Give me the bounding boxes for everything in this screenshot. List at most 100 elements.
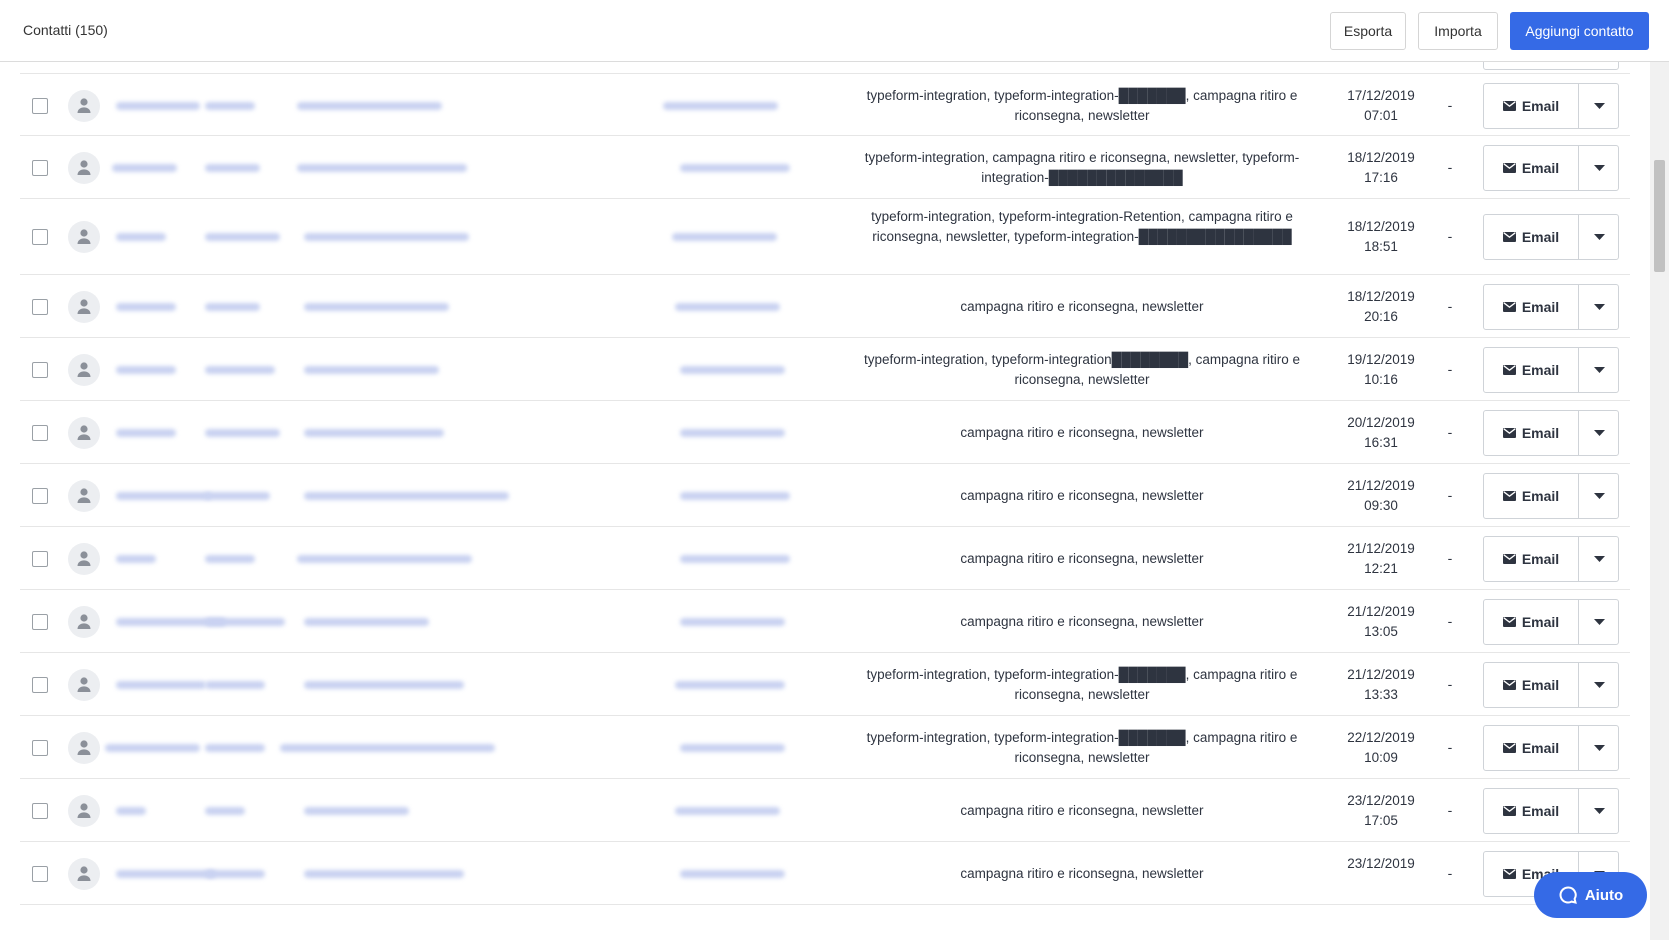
- more-actions-dropdown[interactable]: [1579, 600, 1619, 644]
- redacted-phone: [663, 101, 778, 110]
- redacted-email[interactable]: [304, 806, 409, 815]
- row-checkbox[interactable]: [32, 361, 48, 378]
- more-actions-dropdown[interactable]: [1579, 537, 1619, 581]
- envelope-icon: [1502, 616, 1516, 627]
- redacted-first-name: [112, 163, 177, 172]
- redacted-last-name: [205, 680, 265, 689]
- row-checkbox[interactable]: [32, 229, 48, 245]
- redacted-last-name: [205, 806, 245, 815]
- more-actions-dropdown[interactable]: [1579, 663, 1619, 707]
- row-checkbox[interactable]: [32, 97, 48, 114]
- time-text: 12:21: [1364, 560, 1398, 576]
- redacted-email[interactable]: [304, 617, 429, 626]
- table-row: typeform-integration, typeform-integrati…: [20, 716, 1630, 779]
- email-button[interactable]: Email: [1484, 537, 1578, 581]
- row-actions: Email: [1483, 283, 1619, 330]
- email-button[interactable]: Email: [1484, 215, 1578, 259]
- person-icon: [77, 229, 91, 244]
- row-checkbox[interactable]: [32, 424, 48, 441]
- row-checkbox[interactable]: [32, 676, 48, 693]
- empty-value: -: [1447, 738, 1453, 755]
- more-actions-dropdown[interactable]: [1579, 726, 1619, 770]
- row-checkbox[interactable]: [32, 487, 48, 504]
- tags-cell: campagna ritiro e riconsegna, newsletter: [960, 298, 1204, 314]
- more-actions-dropdown[interactable]: [1579, 84, 1619, 128]
- redacted-email[interactable]: [304, 869, 464, 878]
- row-checkbox[interactable]: [32, 298, 48, 315]
- table-row: typeform-integration, campagna ritiro e …: [20, 136, 1630, 199]
- help-button[interactable]: Aiuto: [1534, 872, 1647, 918]
- redacted-email[interactable]: [297, 101, 442, 110]
- email-button[interactable]: Email: [1484, 474, 1578, 518]
- email-button[interactable]: Email: [1484, 84, 1578, 128]
- created-date-cell: 22/12/2019 10:09: [1333, 728, 1429, 768]
- row-actions: Email: [1483, 724, 1619, 771]
- add-contact-button[interactable]: Aggiungi contatto: [1510, 12, 1649, 50]
- redacted-email[interactable]: [304, 428, 444, 437]
- redacted-first-name: [116, 365, 176, 374]
- redacted-email[interactable]: [304, 680, 464, 689]
- email-button[interactable]: Email: [1484, 600, 1578, 644]
- time-text: 17:05: [1364, 812, 1398, 828]
- redacted-email[interactable]: [297, 163, 467, 172]
- more-actions-dropdown[interactable]: [1579, 146, 1619, 190]
- redacted-first-name: [116, 806, 146, 815]
- redacted-email[interactable]: [280, 743, 495, 752]
- scrollbar-thumb[interactable]: [1654, 160, 1665, 272]
- redacted-email[interactable]: [304, 233, 469, 241]
- redacted-first-name: [116, 554, 156, 563]
- redacted-email[interactable]: [297, 554, 472, 563]
- redacted-phone: [680, 869, 785, 878]
- caret-down-icon: [1593, 681, 1605, 688]
- row-checkbox[interactable]: [32, 550, 48, 567]
- more-actions-dropdown[interactable]: [1579, 285, 1619, 329]
- redacted-email[interactable]: [304, 302, 449, 311]
- redacted-first-name: [116, 302, 176, 311]
- date-text: 19/12/2019: [1347, 351, 1415, 367]
- date-text: 18/12/2019: [1347, 288, 1415, 304]
- table-row: campagna ritiro e riconsegna, newsletter…: [20, 527, 1630, 590]
- person-icon: [77, 97, 91, 113]
- import-button[interactable]: Importa: [1418, 12, 1498, 50]
- redacted-phone: [675, 302, 780, 311]
- more-actions-dropdown[interactable]: [1579, 411, 1619, 455]
- row-checkbox[interactable]: [32, 613, 48, 630]
- person-icon: [77, 487, 91, 503]
- row-checkbox[interactable]: [32, 802, 48, 819]
- email-button[interactable]: Email: [1484, 411, 1578, 455]
- redacted-phone: [675, 806, 780, 815]
- email-button[interactable]: Email: [1484, 726, 1578, 770]
- row-checkbox[interactable]: [32, 159, 48, 176]
- time-text: 17:16: [1364, 169, 1398, 185]
- redacted-email[interactable]: [304, 491, 509, 500]
- more-actions-dropdown[interactable]: [1579, 474, 1619, 518]
- email-button[interactable]: Email: [1484, 285, 1578, 329]
- row-checkbox[interactable]: [32, 865, 48, 882]
- email-label: Email: [1521, 298, 1560, 315]
- email-button[interactable]: Email: [1484, 146, 1578, 190]
- more-actions-dropdown[interactable]: [1579, 348, 1619, 392]
- more-actions-dropdown[interactable]: [1579, 789, 1619, 833]
- redacted-first-name: [116, 869, 216, 878]
- scrollbar[interactable]: [1650, 62, 1669, 940]
- caret-down-icon: [1593, 618, 1605, 625]
- top-bar: Contatti (150) Esporta Importa Aggiungi …: [0, 0, 1669, 62]
- avatar: [68, 416, 100, 449]
- tags-cell: campagna ritiro e riconsegna, newsletter: [960, 487, 1204, 503]
- redacted-phone: [680, 491, 790, 500]
- row-checkbox[interactable]: [32, 739, 48, 756]
- email-button[interactable]: Email: [1484, 789, 1578, 833]
- export-button[interactable]: Esporta: [1330, 12, 1406, 50]
- date-text: 21/12/2019: [1347, 603, 1415, 619]
- email-button[interactable]: Email: [1484, 348, 1578, 392]
- redacted-email[interactable]: [304, 365, 439, 374]
- email-button[interactable]: Email: [1484, 663, 1578, 707]
- caret-down-icon: [1593, 807, 1605, 814]
- row-actions-partial[interactable]: [1483, 62, 1619, 70]
- tags-cell: campagna ritiro e riconsegna, newsletter: [960, 424, 1204, 440]
- more-actions-dropdown[interactable]: [1579, 215, 1619, 259]
- table-row: typeform-integration, typeform-integrati…: [20, 73, 1630, 136]
- time-text: 13:33: [1364, 686, 1398, 702]
- redacted-last-name: [205, 163, 260, 172]
- envelope-icon: [1502, 427, 1516, 438]
